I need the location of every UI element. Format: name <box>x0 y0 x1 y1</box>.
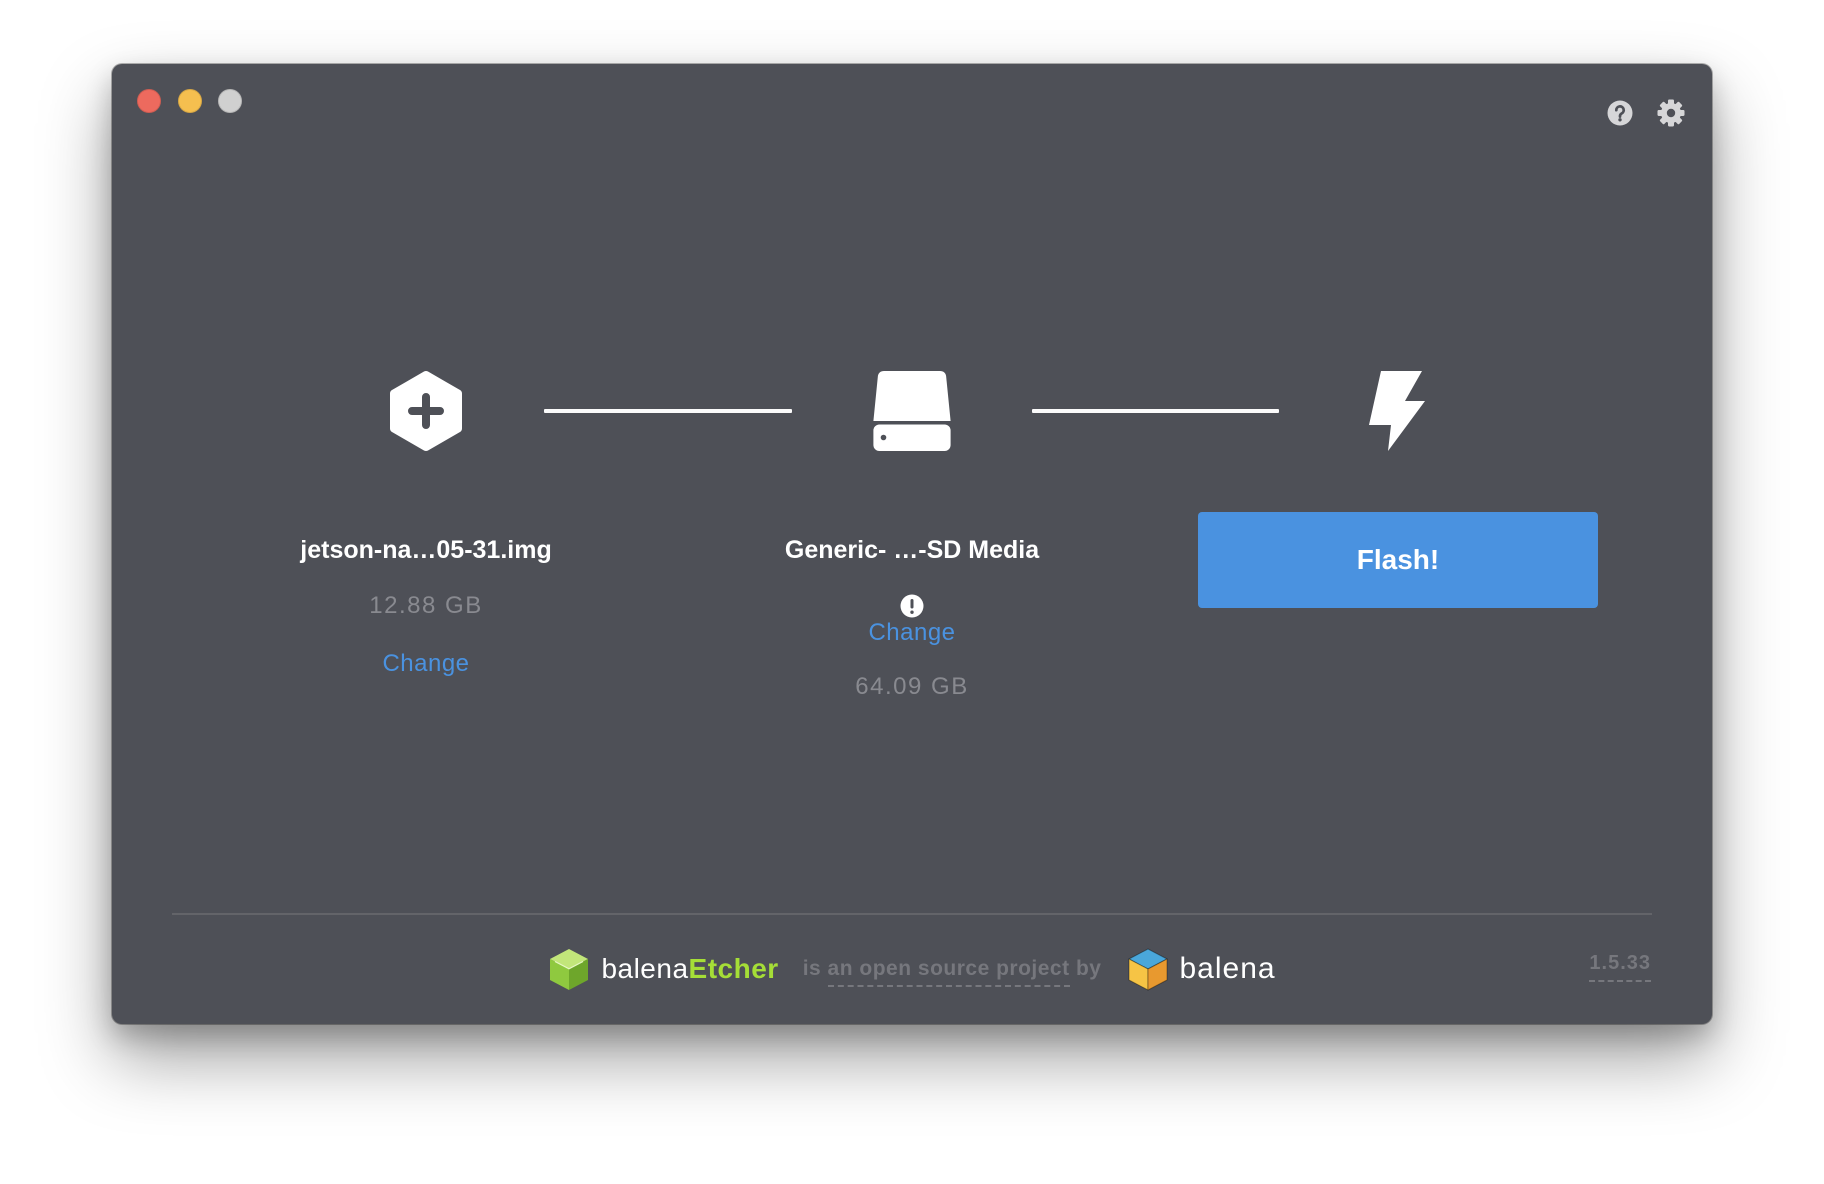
warning-icon <box>900 594 924 618</box>
settings-icon[interactable] <box>1657 99 1685 127</box>
gear-hole <box>1666 108 1676 118</box>
open-source-link[interactable]: an open source project <box>827 957 1070 987</box>
drive-size: 64.09 GB <box>855 673 969 700</box>
drive-body <box>873 371 951 421</box>
etcher-window: jetson-na…05-31.img 12.88 GB Change Gene… <box>112 64 1712 1024</box>
image-step: jetson-na…05-31.img 12.88 GB Change <box>206 64 646 1024</box>
footer-divider <box>172 913 1652 915</box>
brand-name: balenaEtcher <box>601 953 778 985</box>
change-image-link[interactable]: Change <box>206 649 646 679</box>
company-name: balena <box>1179 952 1276 985</box>
tagline-before: is <box>802 957 822 980</box>
warning-bar <box>910 599 914 609</box>
balena-etcher-brand-link[interactable]: balenaEtcher <box>548 947 778 991</box>
flash-button[interactable]: Flash! <box>1198 512 1598 608</box>
image-file-size: 12.88 GB <box>369 592 483 619</box>
help-icon-dot <box>1618 118 1622 122</box>
flash-step: Flash! <box>1177 64 1617 1024</box>
footer: balenaEtcher is an open source project b… <box>112 945 1712 993</box>
bolt-shape <box>1369 371 1425 451</box>
footer-tagline: is an open source project by <box>802 957 1102 987</box>
plus-hexagon-icon <box>390 371 462 451</box>
image-file-name: jetson-na…05-31.img <box>300 536 552 564</box>
drive-icon <box>873 371 951 451</box>
warning-dot <box>910 610 914 614</box>
drive-led <box>880 434 887 441</box>
version-link[interactable]: 1.5.33 <box>1589 950 1651 982</box>
flash-icon <box>1369 371 1425 451</box>
brand-prefix: balena <box>601 953 689 984</box>
drive-name: Generic- …-SD Media <box>784 536 1040 564</box>
minimize-button[interactable] <box>178 89 202 113</box>
etcher-cube-icon <box>550 949 589 990</box>
drive-step: Generic- …-SD Media Change 64.09 GB <box>692 64 1132 1024</box>
change-drive-link[interactable]: Change <box>692 618 1132 648</box>
tagline-after: by <box>1075 957 1102 980</box>
close-button[interactable] <box>137 89 161 113</box>
balena-company-link[interactable]: balena <box>1127 947 1275 991</box>
balena-cube-icon <box>1128 948 1168 991</box>
brand-suffix: Etcher <box>688 953 779 984</box>
